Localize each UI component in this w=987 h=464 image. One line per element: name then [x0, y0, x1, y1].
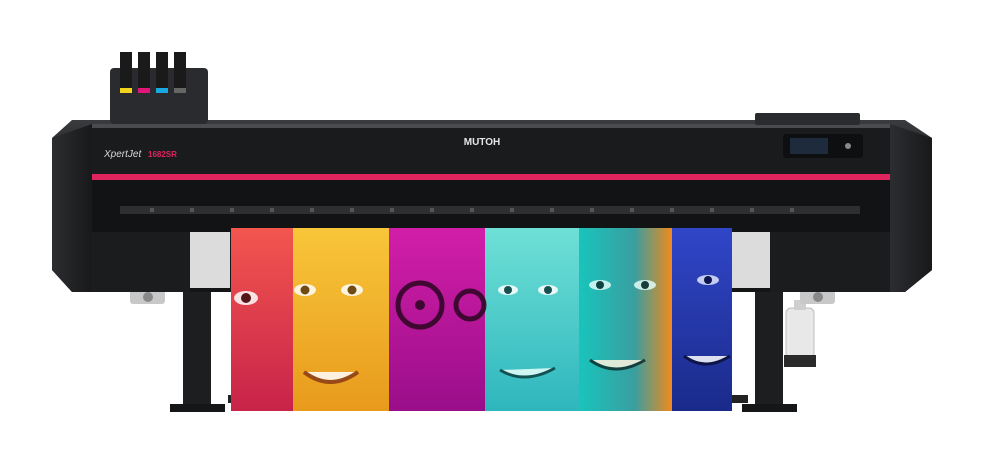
cyan-face-panel — [485, 228, 579, 411]
yellow-ink-indicator — [120, 88, 132, 93]
model-logo: XpertJet — [103, 149, 142, 160]
model-badge: 1682SR — [148, 150, 177, 159]
nav-button-icon[interactable] — [845, 143, 851, 149]
ink-tank-unit — [110, 52, 208, 124]
accent-stripe — [92, 174, 890, 180]
yellow-face-panel — [293, 228, 389, 411]
magenta-ink-indicator — [138, 88, 150, 93]
red-face-panel — [231, 228, 293, 411]
waste-ink-bottle — [784, 300, 816, 367]
teal-orange-face-panel — [579, 228, 672, 411]
black-ink-indicator — [174, 88, 186, 93]
printed-media — [231, 228, 732, 411]
brand-logo: MUTOH — [464, 137, 500, 148]
blue-face-panel — [672, 228, 732, 411]
printer-illustration: XpertJet 1682SR MUTOH — [52, 52, 932, 412]
cyan-ink-indicator — [156, 88, 168, 93]
display-screen — [790, 138, 828, 154]
